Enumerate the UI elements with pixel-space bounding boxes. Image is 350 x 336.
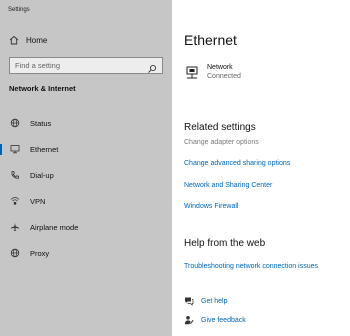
vpn-icon	[9, 196, 20, 207]
sidebar-item-label: Dial-up	[30, 170, 54, 180]
get-help-link[interactable]: Get help	[184, 296, 227, 306]
page-title: Ethernet	[184, 32, 237, 48]
section-title: Network & Internet	[9, 84, 76, 93]
sidebar-nav: Status Ethernet Dial-up VPN Airplane mod…	[0, 110, 172, 266]
sidebar-item-label: Ethernet	[30, 144, 59, 154]
window-title: Settings	[8, 7, 30, 13]
change-adapter-options-link: Change adapter options	[184, 139, 259, 146]
feedback-person-icon	[184, 315, 194, 325]
main-content: Ethernet Network Connected Related setti…	[172, 0, 350, 336]
home-label: Home	[26, 35, 48, 45]
airplane-icon	[9, 222, 20, 233]
sidebar-item-ethernet[interactable]: Ethernet	[0, 136, 172, 162]
monitor-icon	[9, 144, 20, 155]
sidebar-item-label: Airplane mode	[30, 222, 79, 232]
sidebar-item-dial-up[interactable]: Dial-up	[0, 162, 172, 188]
chat-help-icon	[184, 296, 194, 306]
network-name: Network	[207, 64, 233, 71]
search-input[interactable]	[15, 61, 145, 70]
sidebar-item-vpn[interactable]: VPN	[0, 188, 172, 214]
search-icon[interactable]	[147, 61, 157, 73]
network-status: Connected	[207, 73, 241, 80]
give-feedback-label: Give feedback	[201, 316, 246, 324]
network-sharing-center-link[interactable]: Network and Sharing Center	[184, 182, 272, 189]
troubleshooting-link[interactable]: Troubleshooting network connection issue…	[184, 263, 318, 270]
globe-icon	[9, 248, 20, 259]
home-nav[interactable]: Home	[8, 33, 47, 47]
give-feedback-link[interactable]: Give feedback	[184, 315, 246, 325]
sidebar-item-label: Proxy	[30, 248, 50, 258]
globe-status-icon	[9, 118, 20, 129]
related-settings-heading: Related settings	[184, 122, 256, 133]
sidebar-item-airplane-mode[interactable]: Airplane mode	[0, 214, 172, 240]
search-box[interactable]	[9, 57, 163, 74]
ethernet-icon	[185, 66, 199, 80]
sidebar-item-status[interactable]: Status	[0, 110, 172, 136]
sidebar: Settings Home Network & Internet Status …	[0, 0, 172, 336]
home-icon	[8, 35, 19, 46]
network-item[interactable]: Network Connected	[185, 64, 241, 80]
sidebar-item-proxy[interactable]: Proxy	[0, 240, 172, 266]
change-advanced-sharing-link[interactable]: Change advanced sharing options	[184, 160, 290, 167]
get-help-label: Get help	[201, 297, 228, 305]
sidebar-item-label: VPN	[30, 196, 46, 206]
help-heading: Help from the web	[184, 238, 266, 249]
phone-icon	[9, 170, 20, 181]
windows-firewall-link[interactable]: Windows Firewall	[184, 203, 238, 210]
sidebar-item-label: Status	[30, 118, 52, 128]
